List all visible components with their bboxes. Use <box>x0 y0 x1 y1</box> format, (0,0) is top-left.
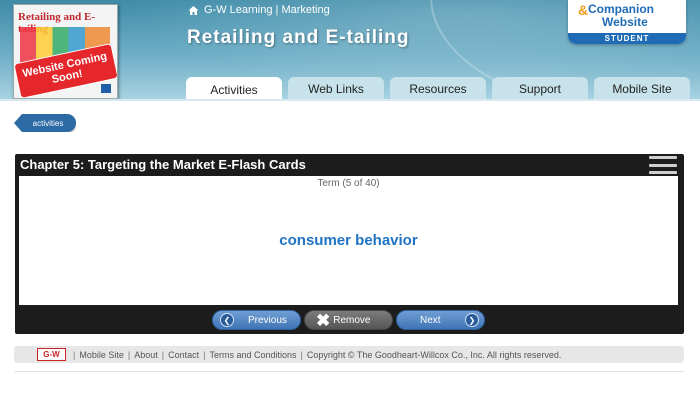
menu-icon[interactable] <box>649 156 677 174</box>
site-footer: G-W | Mobile Site | About | Contact | Te… <box>14 346 684 363</box>
menu-icon-bar <box>649 163 677 167</box>
footer-divider <box>14 371 684 372</box>
previous-label: Previous <box>248 314 287 326</box>
footer-separator: | <box>73 349 76 360</box>
remove-label: Remove <box>333 314 371 326</box>
companion-website-logo[interactable]: & Companion Website STUDENT <box>568 0 686 44</box>
footer-link-contact[interactable]: Contact <box>168 350 199 360</box>
breadcrumb[interactable]: G-W Learning | Marketing <box>204 4 330 16</box>
activities-back-button[interactable]: activities <box>14 114 76 132</box>
footer-link-about[interactable]: About <box>134 350 158 360</box>
home-icon[interactable] <box>188 5 199 16</box>
tab-web-links[interactable]: Web Links <box>288 77 384 100</box>
footer-separator: | <box>203 349 206 360</box>
student-badge: STUDENT <box>568 33 686 44</box>
tab-activities[interactable]: Activities <box>186 77 282 100</box>
flashcard-term: consumer behavior <box>279 232 418 249</box>
book-cover-image: Retailing and E-tailing Website Coming S… <box>13 4 118 99</box>
footer-link-terms[interactable]: Terms and Conditions <box>209 350 296 360</box>
ampersand-icon: & <box>578 2 589 18</box>
footer-separator: | <box>127 349 131 360</box>
next-button[interactable]: Next ❯ <box>396 310 485 330</box>
chevron-right-icon: ❯ <box>465 313 479 327</box>
gw-logo[interactable]: G-W <box>37 348 66 361</box>
flashcard[interactable]: Term (5 of 40) consumer behavior <box>19 176 678 305</box>
chevron-left-icon: ❮ <box>220 313 234 327</box>
previous-button[interactable]: ❮ Previous <box>212 310 301 330</box>
tab-support[interactable]: Support <box>492 77 588 100</box>
menu-icon-bar <box>649 156 677 159</box>
next-label: Next <box>420 314 441 326</box>
flashcard-title: Chapter 5: Targeting the Market E-Flash … <box>20 157 306 172</box>
page-title: Retailing and E-tailing <box>187 27 410 48</box>
publisher-logo-icon <box>101 84 111 93</box>
site-header: Retailing and E-tailing Website Coming S… <box>0 0 700 100</box>
footer-separator: | <box>300 349 303 360</box>
copyright-text: Copyright © The Goodheart-Willcox Co., I… <box>306 349 562 360</box>
menu-icon-bar <box>649 171 677 174</box>
website-label: Website <box>602 15 648 29</box>
close-icon: ✖ <box>316 310 331 330</box>
footer-link-mobile-site[interactable]: Mobile Site <box>79 350 124 360</box>
tab-mobile-site[interactable]: Mobile Site <box>594 77 690 100</box>
tab-resources[interactable]: Resources <box>390 77 486 100</box>
header-divider <box>0 99 700 101</box>
footer-separator: | <box>161 349 165 360</box>
companion-label: Companion <box>588 2 654 16</box>
term-counter: Term (5 of 40) <box>317 178 380 189</box>
flashcard-panel: Chapter 5: Targeting the Market E-Flash … <box>15 154 684 334</box>
remove-button[interactable]: ✖ Remove <box>304 310 393 330</box>
